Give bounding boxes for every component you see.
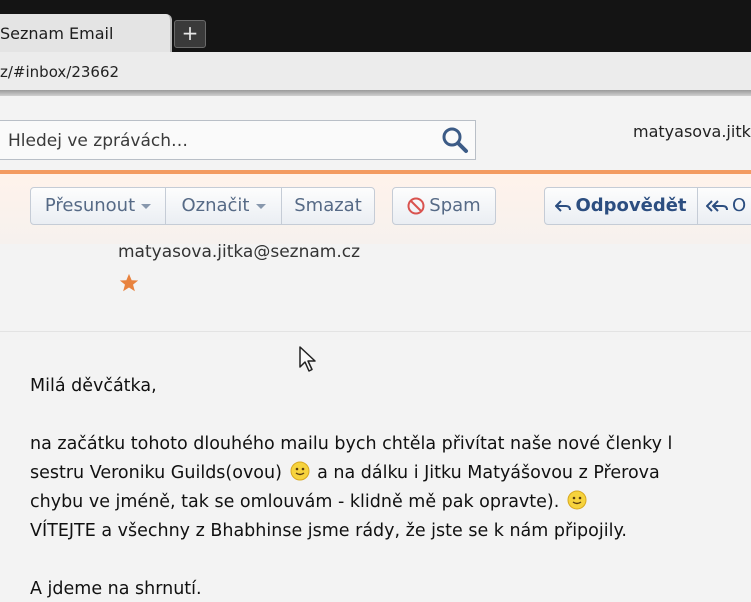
body-line: na začátku tohoto dlouhého mailu bych ch…	[30, 434, 673, 454]
chevron-down-icon	[141, 203, 152, 209]
body-line: chybu ve jméně, tak se omlouvám - klidně…	[30, 488, 751, 517]
spam-button[interactable]: Spam	[392, 187, 496, 225]
no-entry-icon	[407, 197, 425, 215]
body-text: a na dálku i Jitku Matyášovou z Přerova	[317, 463, 660, 483]
browser-tab-seznam-email[interactable]: Seznam Email	[0, 14, 172, 52]
chevron-down-icon	[255, 203, 266, 209]
move-button[interactable]: Přesunout	[30, 187, 166, 225]
user-account-name[interactable]: matyasova.jitk	[633, 122, 751, 141]
tab-title: Seznam Email	[0, 24, 114, 43]
header-divider	[0, 331, 751, 332]
sender-email[interactable]: matyasova.jitka@seznam.cz	[118, 242, 360, 262]
reply-all-arrow-icon	[706, 200, 728, 212]
address-bar-url: z/#inbox/23662	[0, 63, 120, 81]
body-text: chybu ve jméně, tak se omlouvám - klidně…	[30, 492, 560, 512]
body-line: VÍTEJTE a všechny z Bhabhinse jsme rády,…	[30, 521, 627, 541]
search-icon[interactable]	[441, 126, 469, 154]
reply-all-button[interactable]: O	[698, 187, 751, 225]
email-page: Hledej ve zprávách… matyasova.jitk Přesu…	[0, 96, 751, 602]
move-button-label: Přesunout	[44, 195, 136, 216]
body-greeting: Milá děvčátka,	[30, 376, 157, 396]
reply-all-button-label: O	[732, 195, 747, 216]
star-icon[interactable]	[118, 272, 140, 294]
smiley-emoji-icon	[567, 490, 587, 510]
delete-button-label: Smazat	[294, 195, 362, 216]
mark-button-label: Označit	[181, 195, 250, 216]
delete-button[interactable]: Smazat	[281, 187, 375, 225]
address-bar[interactable]: z/#inbox/23662	[0, 52, 751, 91]
new-tab-button[interactable]: +	[174, 20, 206, 48]
spam-button-label: Spam	[429, 195, 481, 216]
search-input[interactable]: Hledej ve zprávách…	[0, 120, 476, 160]
reply-button-label: Odpovědět	[575, 195, 687, 216]
search-placeholder: Hledej ve zprávách…	[8, 131, 188, 151]
smiley-emoji-icon	[290, 461, 310, 481]
mark-button[interactable]: Označit	[166, 187, 282, 225]
reply-button[interactable]: Odpovědět	[544, 187, 698, 225]
reply-arrow-icon	[555, 200, 572, 212]
browser-tab-bar: Seznam Email +	[0, 0, 751, 52]
message-body: Milá děvčátka, na začátku tohoto dlouhéh…	[30, 372, 751, 602]
mouse-pointer-icon	[299, 346, 316, 372]
body-line: A jdeme na shrnutí.	[30, 579, 202, 599]
body-text: sestru Veroniku Guilds(ovou)	[30, 463, 282, 483]
body-line: sestru Veroniku Guilds(ovou) a na dálku …	[30, 459, 751, 488]
